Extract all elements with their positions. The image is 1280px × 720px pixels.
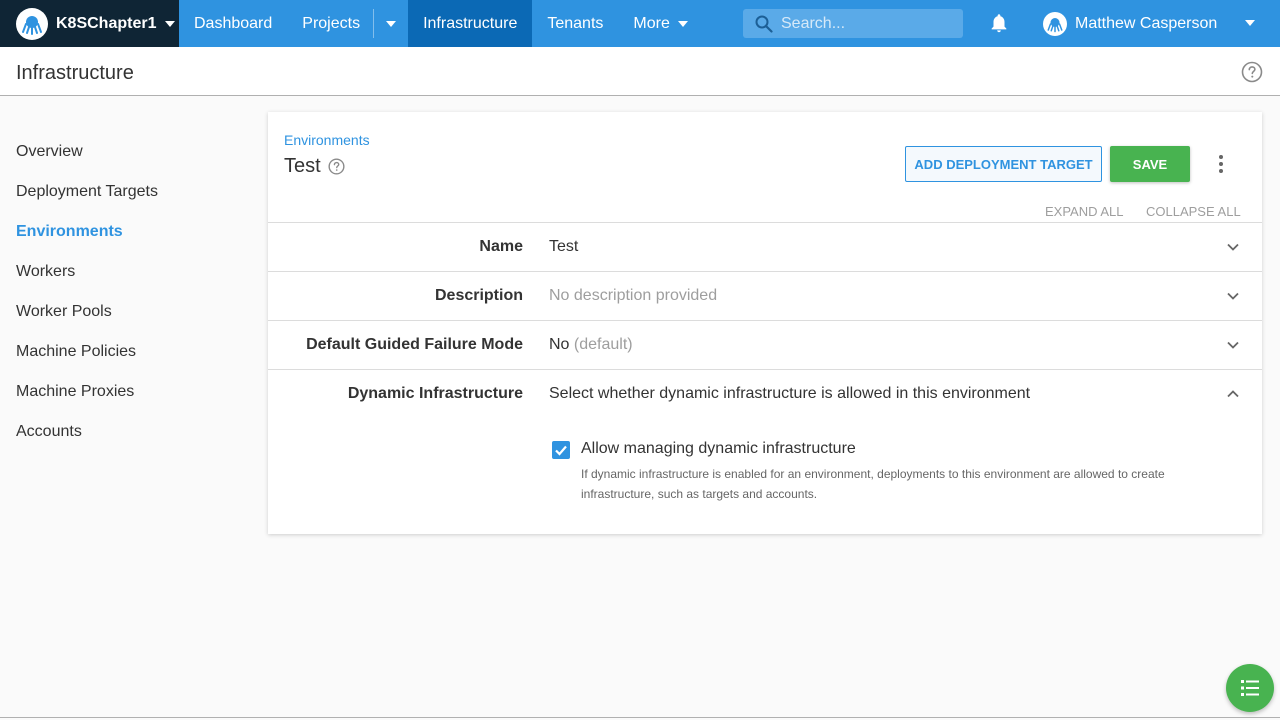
value-suffix: (default) bbox=[573, 336, 633, 353]
space-switcher[interactable]: K8SChapter1 bbox=[0, 0, 179, 47]
breadcrumb[interactable]: Environments bbox=[284, 132, 370, 148]
save-button[interactable]: SAVE bbox=[1110, 146, 1190, 182]
chevron-down-icon[interactable] bbox=[1226, 289, 1240, 303]
sidebar-item-worker-pools[interactable]: Worker Pools bbox=[16, 302, 158, 342]
dynamic-infrastructure-checkbox[interactable] bbox=[552, 441, 570, 459]
collapse-all-button[interactable]: COLLAPSE ALL bbox=[1146, 204, 1241, 219]
nav-dashboard[interactable]: Dashboard bbox=[179, 0, 287, 47]
add-deployment-target-button[interactable]: ADD DEPLOYMENT TARGET bbox=[905, 146, 1102, 182]
nav-more[interactable]: More bbox=[618, 0, 702, 47]
row-guided-failure[interactable]: Default Guided Failure Mode No (default) bbox=[268, 320, 1262, 369]
row-value: No (default) bbox=[549, 336, 633, 354]
projects-dropdown-button[interactable] bbox=[374, 0, 408, 47]
sidebar-item-overview[interactable]: Overview bbox=[16, 142, 158, 182]
chevron-down-icon bbox=[386, 20, 397, 27]
row-value: No description provided bbox=[549, 287, 718, 304]
sidebar-item-workers[interactable]: Workers bbox=[16, 262, 158, 302]
checkbox-help-text: If dynamic infrastructure is enabled for… bbox=[581, 467, 1165, 501]
octopus-logo-icon bbox=[16, 7, 48, 40]
nav-more-label: More bbox=[633, 14, 670, 32]
user-avatar-icon bbox=[1043, 11, 1067, 36]
list-icon bbox=[1241, 680, 1259, 696]
user-menu[interactable]: Matthew Casperson bbox=[1043, 0, 1217, 47]
space-name: K8SChapter1 bbox=[56, 14, 157, 32]
environment-title: Test bbox=[284, 155, 345, 178]
row-description[interactable]: Description No description provided bbox=[268, 271, 1262, 320]
environment-card: Environments Test ADD DEPLOYMENT TARGET … bbox=[268, 112, 1262, 534]
row-name[interactable]: Name Test bbox=[268, 222, 1262, 271]
expand-all-button[interactable]: EXPAND ALL bbox=[1045, 204, 1124, 219]
task-list-button[interactable] bbox=[1226, 664, 1274, 712]
sidebar-item-deployment-targets[interactable]: Deployment Targets bbox=[16, 182, 158, 222]
chevron-down-icon[interactable] bbox=[1245, 20, 1255, 26]
more-options-icon[interactable] bbox=[1218, 154, 1224, 174]
nav-tenants[interactable]: Tenants bbox=[532, 0, 618, 47]
sidebar-item-accounts[interactable]: Accounts bbox=[16, 422, 158, 462]
help-icon[interactable] bbox=[1241, 61, 1263, 83]
bell-icon[interactable] bbox=[988, 12, 1010, 34]
row-label: Default Guided Failure Mode bbox=[306, 336, 523, 353]
row-label: Name bbox=[479, 238, 523, 255]
chevron-down-icon bbox=[677, 20, 688, 27]
sidebar-item-machine-proxies[interactable]: Machine Proxies bbox=[16, 382, 158, 422]
value-text: No bbox=[549, 336, 570, 353]
environment-name: Test bbox=[284, 155, 321, 177]
checkmark-icon bbox=[555, 445, 567, 456]
checkbox-label[interactable]: Allow managing dynamic infrastructure bbox=[581, 440, 856, 458]
chevron-down-icon[interactable] bbox=[1226, 338, 1240, 352]
search-icon bbox=[755, 15, 773, 33]
row-dynamic-infrastructure: Dynamic Infrastructure Select whether dy… bbox=[268, 369, 1262, 533]
chevron-down-icon[interactable] bbox=[1226, 240, 1240, 254]
user-name: Matthew Casperson bbox=[1075, 14, 1218, 32]
sidebar: Overview Deployment Targets Environments… bbox=[16, 142, 158, 462]
nav-infrastructure[interactable]: Infrastructure bbox=[408, 0, 533, 47]
sidebar-item-machine-policies[interactable]: Machine Policies bbox=[16, 342, 158, 382]
row-label: Description bbox=[434, 287, 523, 304]
search-input[interactable]: Search... bbox=[743, 9, 963, 38]
help-icon[interactable] bbox=[328, 158, 345, 175]
sidebar-item-environments[interactable]: Environments bbox=[16, 222, 158, 262]
row-label: Dynamic Infrastructure bbox=[347, 385, 523, 402]
page-title: Infrastructure bbox=[16, 62, 134, 84]
chevron-up-icon[interactable] bbox=[1226, 387, 1240, 401]
divider bbox=[0, 717, 1280, 718]
row-value: Test bbox=[549, 238, 579, 255]
page-header: Infrastructure bbox=[0, 47, 1280, 96]
chevron-down-icon bbox=[165, 20, 176, 27]
nav-projects[interactable]: Projects bbox=[287, 0, 373, 47]
row-value: Select whether dynamic infrastructure is… bbox=[549, 385, 1031, 402]
search-placeholder: Search... bbox=[781, 14, 846, 32]
